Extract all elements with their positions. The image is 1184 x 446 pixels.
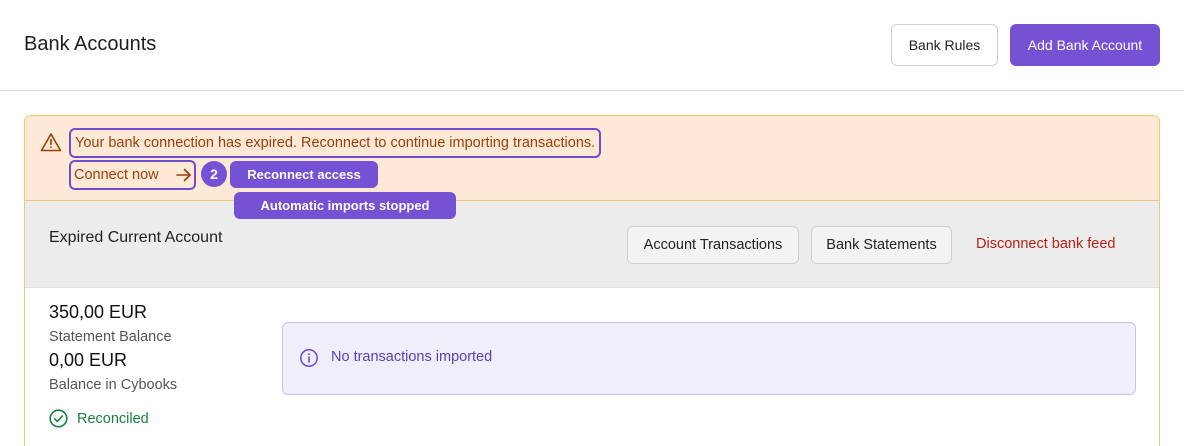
disconnect-bank-feed-link[interactable]: Disconnect bank feed xyxy=(976,236,1115,252)
no-transactions-text: No transactions imported xyxy=(331,349,493,365)
add-bank-account-button[interactable]: Add Bank Account xyxy=(1010,24,1160,66)
bank-rules-button[interactable]: Bank Rules xyxy=(891,24,998,66)
statement-balance-label: Statement Balance xyxy=(49,329,172,345)
alert-message-text: Your bank connection has expired. Reconn… xyxy=(75,135,596,151)
account-summary: 350,00 EUR Statement Balance 0,00 EUR Ba… xyxy=(25,288,1159,446)
connection-expired-alert: Your bank connection has expired. Reconn… xyxy=(25,116,1159,201)
connect-now-link[interactable]: Connect now xyxy=(69,160,196,190)
page-header: Bank Accounts Bank Rules Add Bank Accoun… xyxy=(0,0,1184,91)
connect-now-label: Connect now xyxy=(74,167,159,183)
reconciled-label: Reconciled xyxy=(77,410,149,427)
cybooks-balance-value: 0,00 EUR xyxy=(49,350,128,370)
no-transactions-notice: No transactions imported xyxy=(282,322,1136,395)
imports-stopped-tooltip: Automatic imports stopped xyxy=(234,192,456,219)
statement-balance-value: 350,00 EUR xyxy=(49,302,148,322)
info-icon xyxy=(300,349,318,367)
check-circle-icon xyxy=(49,409,68,428)
account-header-bar: Expired Current Account Account Transact… xyxy=(25,201,1159,288)
warning-triangle-icon xyxy=(40,133,62,152)
reconciled-status: Reconciled xyxy=(49,409,149,428)
step-number-badge: 2 xyxy=(201,161,227,187)
reconnect-access-tooltip: Reconnect access xyxy=(230,161,378,188)
account-name: Expired Current Account xyxy=(49,229,223,246)
arrow-right-icon xyxy=(176,168,191,182)
alert-message: Your bank connection has expired. Reconn… xyxy=(69,128,602,158)
bank-statements-button[interactable]: Bank Statements xyxy=(811,226,952,264)
page-title: Bank Accounts xyxy=(24,33,157,55)
account-transactions-button[interactable]: Account Transactions xyxy=(627,226,799,264)
cybooks-balance-label: Balance in Cybooks xyxy=(49,377,178,393)
bank-account-card: Your bank connection has expired. Reconn… xyxy=(24,115,1160,446)
